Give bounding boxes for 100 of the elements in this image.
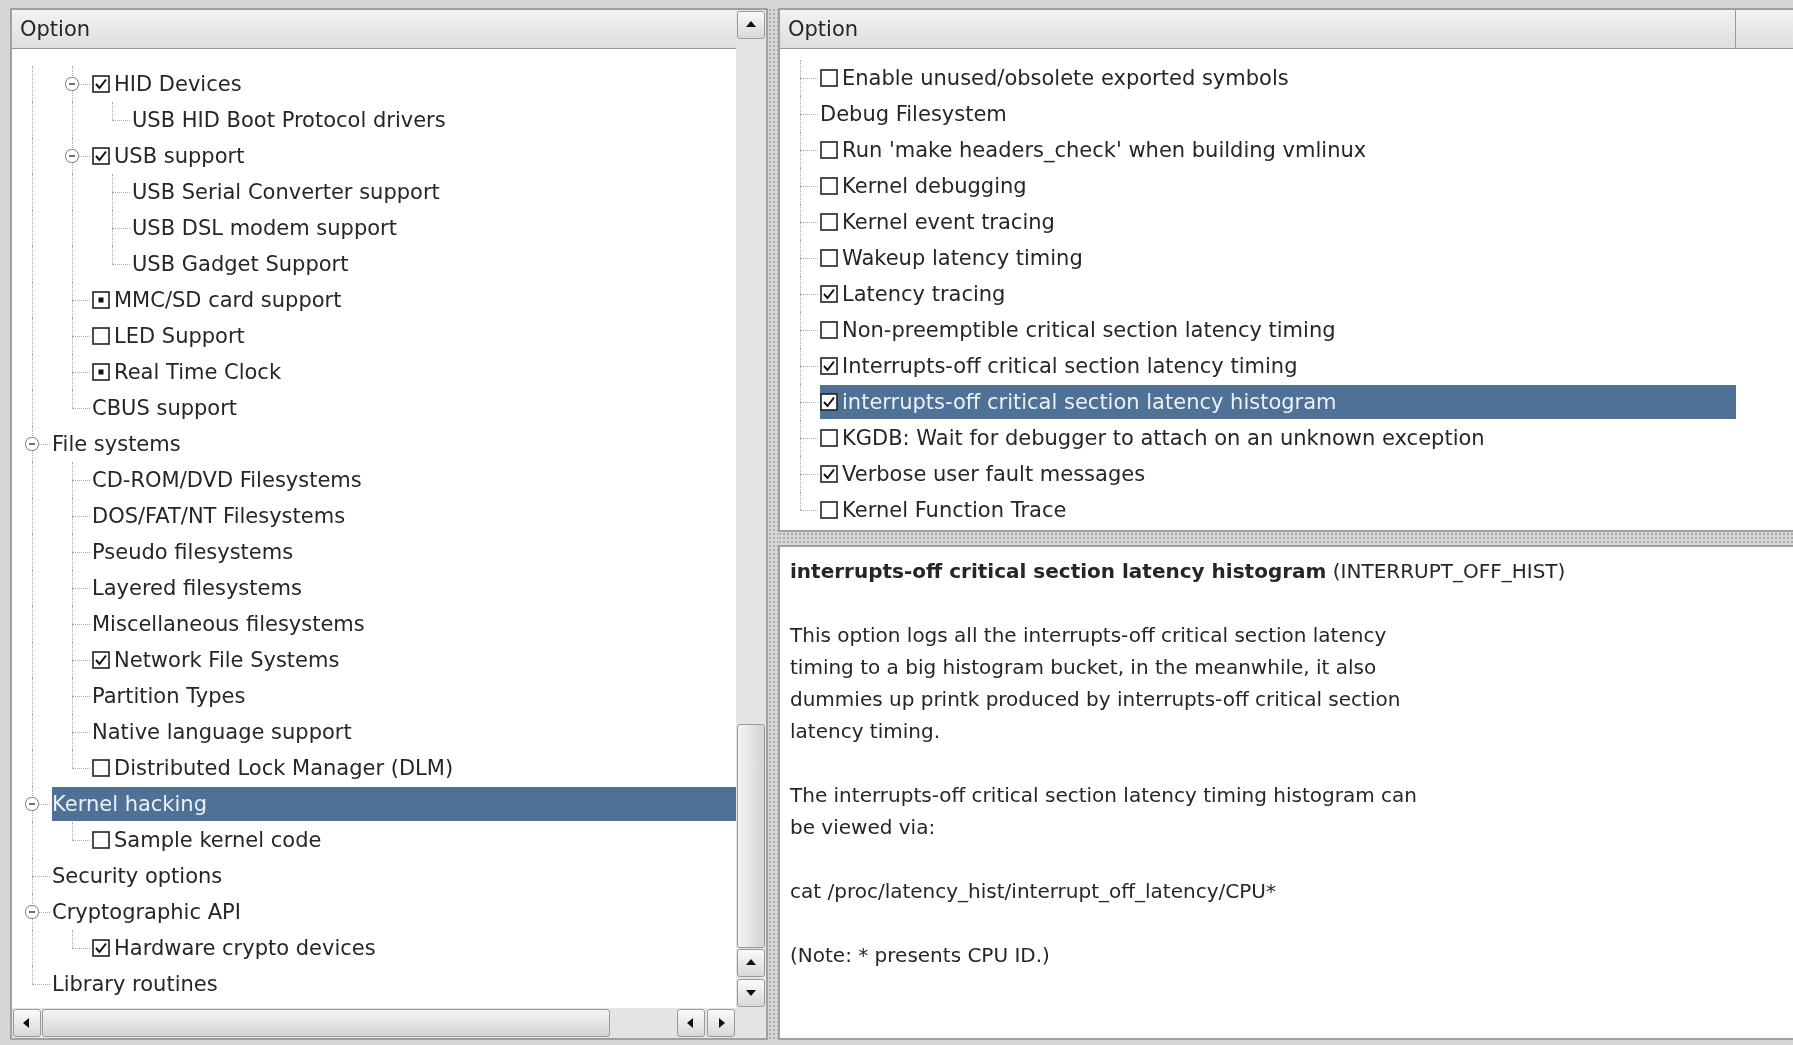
scroll-thumb[interactable]: [42, 1009, 610, 1037]
item-label: Latency tracing: [842, 281, 1006, 308]
checkbox[interactable]: [92, 147, 110, 165]
item-label: Native language support: [92, 719, 352, 746]
collapse-icon[interactable]: [65, 149, 79, 163]
tree-row[interactable]: Debug Filesystem: [820, 97, 1736, 131]
item-label: HID Devices: [114, 71, 242, 98]
scroll-up-button[interactable]: [737, 949, 765, 977]
tree-row[interactable]: Native language support: [92, 715, 736, 749]
column-header[interactable]: Option: [12, 10, 736, 48]
checkbox[interactable]: [92, 327, 110, 345]
scroll-left-button[interactable]: [677, 1009, 705, 1037]
tree-row[interactable]: Kernel event tracing: [820, 205, 1736, 239]
checkbox[interactable]: [820, 393, 838, 411]
scroll-up-button[interactable]: [737, 11, 765, 39]
checkbox[interactable]: [820, 141, 838, 159]
item-label: File systems: [52, 431, 181, 458]
tree-row[interactable]: Pseudo filesystems: [92, 535, 736, 569]
item-label: CBUS support: [92, 395, 238, 422]
tree-row[interactable]: USB HID Boot Protocol drivers: [132, 103, 736, 137]
tree-row[interactable]: LED Support: [92, 319, 736, 353]
tree-row[interactable]: HID Devices: [92, 67, 736, 101]
tree-row[interactable]: Kernel Function Trace: [820, 493, 1736, 527]
scroll-thumb[interactable]: [737, 724, 765, 948]
item-label: Partition Types: [92, 683, 246, 710]
item-label: Run 'make headers_check' when building vmlinux: [842, 137, 1367, 165]
tree-row[interactable]: Non-preemptible critical section latency timing: [820, 313, 1736, 347]
collapse-icon[interactable]: [25, 437, 39, 451]
item-label: USB DSL modem support: [132, 215, 397, 242]
item-label: USB Gadget Support: [132, 251, 349, 278]
checkbox[interactable]: [820, 69, 838, 87]
item-label: Cryptographic API: [52, 899, 241, 926]
checkbox[interactable]: [820, 249, 838, 267]
checkbox[interactable]: [820, 429, 838, 447]
scroll-right-button[interactable]: [707, 1009, 735, 1037]
tree-row[interactable]: DOS/FAT/NT Filesystems: [92, 499, 736, 533]
item-label: USB support: [114, 143, 245, 170]
tree-row[interactable]: interrupts-off critical section latency histogram: [820, 385, 1736, 419]
collapse-icon[interactable]: [25, 905, 39, 919]
tree-row[interactable]: Network File Systems: [92, 643, 736, 677]
tree-row[interactable]: USB Serial Converter support: [132, 175, 736, 209]
horizontal-scrollbar[interactable]: [12, 1008, 736, 1038]
splitter-handle[interactable]: [768, 8, 778, 1040]
tree-row[interactable]: MMC/SD card support: [92, 283, 736, 317]
item-label: Distributed Lock Manager (DLM): [114, 755, 454, 782]
scrollbar-corner: [736, 1008, 766, 1038]
checkbox[interactable]: [820, 321, 838, 339]
tree-row[interactable]: USB DSL modem support: [132, 211, 736, 245]
item-label: Network File Systems: [114, 647, 340, 674]
collapse-icon[interactable]: [25, 797, 39, 811]
tree-row[interactable]: Cryptographic API: [52, 895, 736, 929]
item-label: Layered filesystems: [92, 575, 302, 602]
item-label: Sample kernel code: [114, 827, 322, 854]
checkbox[interactable]: [820, 285, 838, 303]
tree-row[interactable]: KGDB: Wait for debugger to attach on an unknown exception: [820, 421, 1736, 455]
checkbox[interactable]: [92, 759, 110, 777]
tree-row[interactable]: Verbose user fault messages: [820, 457, 1736, 491]
vertical-scrollbar[interactable]: [736, 10, 766, 1008]
tree-row[interactable]: File systems: [52, 427, 736, 461]
tree-row[interactable]: Hardware crypto devices: [92, 931, 736, 965]
tree-row[interactable]: Kernel debugging: [820, 169, 1736, 203]
checkbox[interactable]: [92, 75, 110, 93]
collapse-icon[interactable]: [65, 77, 79, 91]
tree-row[interactable]: USB Gadget Support: [132, 247, 736, 281]
scroll-down-button[interactable]: [737, 979, 765, 1007]
checkbox[interactable]: [820, 177, 838, 195]
tree-row[interactable]: Miscellaneous filesystems: [92, 607, 736, 641]
item-label: Kernel debugging: [842, 173, 1027, 200]
checkbox[interactable]: [820, 465, 838, 483]
tree-row[interactable]: Library routines: [52, 967, 736, 1001]
tree-row[interactable]: Layered filesystems: [92, 571, 736, 605]
item-label: Library routines: [52, 971, 218, 998]
tree-row[interactable]: Kernel hacking: [52, 787, 736, 821]
tree-row[interactable]: Real Time Clock: [92, 355, 736, 389]
scroll-left-button[interactable]: [13, 1009, 41, 1037]
checkbox[interactable]: [92, 831, 110, 849]
checkbox[interactable]: [820, 501, 838, 519]
tree-row[interactable]: Partition Types: [92, 679, 736, 713]
tree-row[interactable]: Wakeup latency timing: [820, 241, 1736, 275]
item-label: Kernel Function Trace: [842, 497, 1067, 524]
help-title: interrupts-off critical section latency histogram: [790, 559, 1327, 583]
tree-row[interactable]: Latency tracing: [820, 277, 1736, 311]
checkbox[interactable]: [92, 939, 110, 957]
tree-row[interactable]: Security options: [52, 859, 736, 893]
checkbox[interactable]: [820, 357, 838, 375]
checkbox[interactable]: [92, 363, 110, 381]
splitter-handle[interactable]: [778, 532, 1793, 545]
tree-row[interactable]: CD-ROM/DVD Filesystems: [92, 463, 736, 497]
tree-row[interactable]: USB support: [92, 139, 736, 173]
item-label: Enable unused/obsolete exported symbols: [842, 65, 1289, 92]
item-label: USB HID Boot Protocol drivers: [132, 107, 446, 134]
checkbox[interactable]: [92, 651, 110, 669]
tree-row[interactable]: Run 'make headers_check' when building vmlinux: [820, 133, 1736, 167]
tree-row[interactable]: Enable unused/obsolete exported symbols: [820, 61, 1736, 95]
tree-row[interactable]: CBUS support: [92, 391, 736, 425]
tree-row[interactable]: Distributed Lock Manager (DLM): [92, 751, 736, 785]
tree-row[interactable]: Interrupts-off critical section latency timing: [820, 349, 1736, 383]
tree-row[interactable]: Sample kernel code: [92, 823, 736, 857]
checkbox[interactable]: [92, 291, 110, 309]
checkbox[interactable]: [820, 213, 838, 231]
